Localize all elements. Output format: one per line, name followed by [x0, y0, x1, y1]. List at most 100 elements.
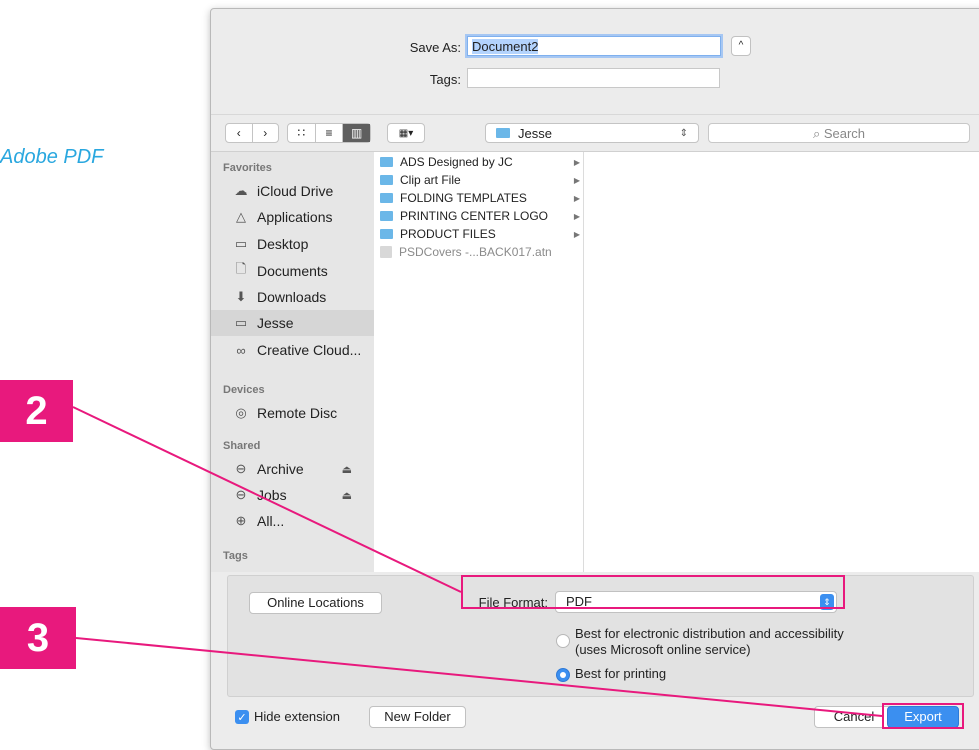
disclosure-arrow-icon: ▶ — [573, 175, 580, 185]
sidebar-item-documents[interactable]: 🗋 Documents — [211, 258, 374, 284]
server-icon: ⊖ — [235, 487, 247, 502]
desktop-icon: ▭ — [234, 236, 248, 251]
search-field[interactable]: ⌕ Search — [708, 123, 970, 143]
list-item[interactable]: ADS Designed by JC ▶ — [380, 155, 580, 169]
list-item[interactable]: Clip art File ▶ — [380, 173, 580, 187]
sidebar-item-jobs[interactable]: ⊖ Jobs ⏏ — [211, 482, 374, 508]
sidebar-item-label: Applications — [257, 209, 333, 225]
folder-icon — [380, 211, 393, 221]
document-icon — [380, 246, 392, 258]
option-electronic-line1: Best for electronic distribution and acc… — [575, 626, 844, 641]
eject-icon[interactable]: ⏏ — [342, 463, 352, 476]
collapse-button[interactable]: ^ — [731, 36, 751, 56]
list-item-label: PRINTING CENTER LOGO — [400, 209, 549, 223]
list-item[interactable]: FOLDING TEMPLATES ▶ — [380, 191, 580, 205]
sidebar-item-desktop[interactable]: ▭ Desktop — [211, 231, 374, 257]
tags-label: Tags: — [429, 72, 461, 87]
sidebar-item-icloud-drive[interactable]: ☁ iCloud Drive — [211, 178, 374, 204]
applications-icon: △ — [236, 209, 246, 224]
save-as-label: Save As: — [409, 40, 461, 55]
option-electronic-line2: (uses Microsoft online service) — [575, 642, 751, 657]
sidebar-item-label: Creative Cloud... — [257, 342, 362, 358]
updown-icon: ⇕ — [679, 127, 688, 139]
list-item[interactable]: PRINTING CENTER LOGO ▶ — [380, 209, 580, 223]
list-view-icon[interactable]: ≡ — [316, 124, 344, 142]
file-browser: ADS Designed by JC ▶ Clip art File ▶ FOLDI… — [374, 151, 979, 572]
save-as-field[interactable]: Document2 — [467, 36, 721, 56]
favorites-header: Favorites — [223, 162, 272, 174]
disclosure-arrow-icon: ▶ — [573, 211, 580, 221]
location-popup[interactable]: Jesse ⇕ — [485, 123, 699, 143]
export-highlight — [882, 703, 964, 729]
folder-icon — [496, 128, 510, 138]
cloud-icon: ☁ — [234, 183, 248, 198]
save-as-value: Document2 — [472, 39, 539, 54]
chevron-up-icon: ^ — [738, 40, 744, 51]
column-view-icon[interactable]: ▥ — [343, 124, 371, 142]
home-folder-icon: ▭ — [234, 315, 248, 330]
sidebar-item-label: Remote Disc — [257, 405, 338, 421]
adobe-pdf-heading: Adobe PDF — [0, 146, 104, 168]
option-electronic-radio[interactable] — [556, 634, 570, 648]
sidebar-item-label: iCloud Drive — [257, 183, 334, 199]
sidebar-item-downloads[interactable]: ⬇ Downloads — [211, 284, 374, 310]
save-dialog: Save As: Document2 ^ Tags: ‹ › ∷ ≡ ▥ ▦▾ Jes… — [210, 8, 979, 750]
sidebar-item-all[interactable]: ⊕ All... — [211, 508, 374, 534]
folder-icon — [380, 229, 393, 239]
network-globe-icon: ⊕ — [235, 513, 247, 528]
downloads-icon: ⬇ — [235, 289, 247, 304]
sidebar-item-archive[interactable]: ⊖ Archive ⏏ — [211, 456, 374, 482]
sidebar-item-remote-disc[interactable]: ◎ Remote Disc — [211, 400, 374, 426]
forward-icon[interactable]: › — [253, 124, 279, 142]
toolbar: ‹ › ∷ ≡ ▥ ▦▾ Jesse ⇕ ⌕ Search — [211, 114, 979, 151]
location-name: Jesse — [518, 125, 552, 141]
folder-icon — [380, 157, 393, 167]
hide-extension-label: Hide extension — [254, 709, 340, 724]
online-locations-button[interactable]: Online Locations — [249, 592, 382, 614]
browser-column-1: ADS Designed by JC ▶ Clip art File ▶ FOLDI… — [374, 152, 584, 572]
option-printing-label: Best for printing — [575, 666, 667, 681]
tags-field[interactable] — [467, 68, 720, 88]
sidebar-item-label: Jobs — [257, 487, 287, 503]
list-item-label: FOLDING TEMPLATES — [400, 191, 527, 205]
view-mode-control: ∷ ≡ ▥ — [287, 123, 371, 143]
file-format-highlight — [461, 575, 845, 609]
list-item-label: PRODUCT FILES — [400, 227, 496, 241]
disclosure-arrow-icon: ▶ — [573, 193, 580, 203]
sidebar-item-label: All... — [257, 513, 285, 529]
option-electronic-label: Best for electronic distribution and acc… — [575, 626, 844, 658]
new-folder-button[interactable]: New Folder — [369, 706, 466, 728]
hide-extension-checkbox[interactable]: ✓ — [235, 710, 249, 724]
disclosure-arrow-icon: ▶ — [573, 157, 580, 167]
step-3-badge: 3 — [0, 607, 76, 669]
sidebar-item-creative-cloud[interactable]: ∞ Creative Cloud... — [211, 337, 374, 363]
sidebar-item-label: Jesse — [257, 315, 294, 331]
option-printing-radio[interactable] — [556, 668, 570, 682]
list-item[interactable]: PRODUCT FILES ▶ — [380, 227, 580, 241]
icon-view-icon[interactable]: ∷ — [288, 124, 316, 142]
sidebar-item-jesse[interactable]: ▭ Jesse — [211, 310, 374, 336]
list-item-label: PSDCovers -...BACK017.atn — [399, 245, 552, 259]
folder-icon — [380, 193, 393, 203]
documents-icon: 🗋 — [235, 261, 247, 276]
step-2-badge: 2 — [0, 380, 73, 442]
sidebar-item-applications[interactable]: △ Applications — [211, 204, 374, 230]
back-forward-control: ‹ › — [225, 123, 279, 143]
creative-cloud-icon: ∞ — [236, 342, 246, 358]
server-icon: ⊖ — [235, 461, 247, 476]
shared-header: Shared — [223, 440, 261, 452]
location-popup-content: Jesse ⇕ — [486, 124, 698, 142]
arrange-menu-button[interactable]: ▦▾ — [387, 123, 425, 143]
list-item[interactable]: PSDCovers -...BACK017.atn — [380, 245, 580, 259]
back-icon[interactable]: ‹ — [226, 124, 253, 142]
sidebar-item-label: Archive — [257, 461, 304, 477]
list-item-label: Clip art File — [400, 173, 461, 187]
eject-icon[interactable]: ⏏ — [342, 489, 352, 502]
search-icon: ⌕ — [812, 126, 821, 141]
tags-header: Tags — [223, 550, 248, 562]
sidebar: Favorites ☁ iCloud Drive △ Applications ▭ D… — [211, 151, 374, 572]
disc-icon: ◎ — [235, 405, 247, 420]
devices-header: Devices — [223, 384, 265, 396]
folder-icon — [380, 175, 393, 185]
list-item-label: ADS Designed by JC — [400, 155, 513, 169]
